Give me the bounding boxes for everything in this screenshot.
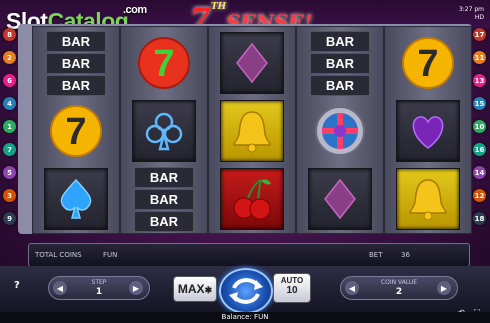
reel-symbol-seven: 7 bbox=[385, 29, 471, 97]
reel-1: BAR BAR BAR 7 bbox=[32, 26, 120, 234]
coin-value-decrease-button[interactable]: ◀ bbox=[345, 281, 359, 295]
coin-value-label: COIN VALUE bbox=[380, 279, 418, 286]
payline-number[interactable]: 7 bbox=[3, 143, 16, 156]
coin-value-increase-button[interactable]: ▶ bbox=[437, 281, 451, 295]
total-coins-value: FUN bbox=[103, 251, 118, 259]
info-bar: TOTAL COINS FUN BET 36 bbox=[28, 243, 470, 267]
bar-label: BAR bbox=[134, 166, 194, 188]
payline-number[interactable]: 14 bbox=[473, 166, 486, 179]
payline-number[interactable]: 11 bbox=[473, 51, 486, 64]
payline-number[interactable]: 13 bbox=[473, 74, 486, 87]
payline-number[interactable]: 9 bbox=[3, 212, 16, 225]
help-button[interactable]: ? bbox=[14, 280, 20, 291]
spin-button[interactable] bbox=[219, 268, 273, 314]
payline-number[interactable]: 16 bbox=[473, 143, 486, 156]
reel-symbol-diamond bbox=[297, 165, 383, 233]
reel-4: BAR BAR BAR bbox=[296, 26, 384, 234]
step-control: ◀ STEP 1 ▶ bbox=[48, 276, 150, 300]
payline-number[interactable]: 8 bbox=[3, 28, 16, 41]
bar-label: BAR bbox=[310, 52, 370, 74]
payline-number[interactable]: 18 bbox=[473, 212, 486, 225]
payline-number[interactable]: 3 bbox=[3, 189, 16, 202]
reel-symbol-seven: 7 bbox=[33, 97, 119, 165]
balance-bar: Balance: FUN bbox=[0, 312, 490, 323]
reel-symbol-heart bbox=[385, 97, 471, 165]
payline-number[interactable]: 12 bbox=[473, 189, 486, 202]
bet-value: 36 bbox=[401, 251, 410, 259]
payline-number[interactable]: 6 bbox=[3, 74, 16, 87]
paylines-left: 8 2 6 4 1 7 5 3 9 bbox=[2, 24, 18, 234]
svg-text:7: 7 bbox=[65, 111, 86, 153]
bar-label: BAR bbox=[46, 52, 106, 74]
step-increase-button[interactable]: ▶ bbox=[129, 281, 143, 295]
bar-label: BAR bbox=[134, 188, 194, 210]
step-decrease-button[interactable]: ◀ bbox=[53, 281, 67, 295]
reel-5: 7 bbox=[384, 26, 472, 234]
payline-number[interactable]: 17 bbox=[473, 28, 486, 41]
spin-arrows-icon bbox=[229, 278, 263, 304]
reel-symbol-bar-triple: BAR BAR BAR bbox=[121, 165, 207, 233]
reel-symbol-puzzle bbox=[297, 97, 383, 165]
bar-label: BAR bbox=[46, 74, 106, 96]
payline-number[interactable]: 1 bbox=[3, 120, 16, 133]
total-coins-label: TOTAL COINS bbox=[35, 251, 82, 259]
coin-value-control: ◀ COIN VALUE 2 ▶ bbox=[340, 276, 458, 300]
reel-symbol-seven: 7 bbox=[121, 29, 207, 97]
reel-symbol-bell bbox=[385, 165, 471, 233]
payline-number[interactable]: 5 bbox=[3, 166, 16, 179]
reel-symbol-bar-triple: BAR BAR BAR bbox=[33, 29, 119, 97]
payline-number[interactable]: 2 bbox=[3, 51, 16, 64]
reel-symbol-bar-triple: BAR BAR BAR bbox=[297, 29, 383, 97]
paylines-right: 17 11 13 15 10 16 14 12 18 bbox=[472, 24, 488, 234]
coin-value-value: 2 bbox=[395, 287, 403, 297]
reel-3 bbox=[208, 26, 296, 234]
bar-label: BAR bbox=[310, 30, 370, 52]
payline-number[interactable]: 10 bbox=[473, 120, 486, 133]
step-value: 1 bbox=[95, 287, 103, 297]
bet-label: BET bbox=[369, 251, 383, 259]
payline-number[interactable]: 4 bbox=[3, 97, 16, 110]
reel-symbol-bell bbox=[209, 97, 295, 165]
payline-number[interactable]: 15 bbox=[473, 97, 486, 110]
reel-symbol-club bbox=[121, 97, 207, 165]
reel-symbol-cherry bbox=[209, 165, 295, 233]
bar-label: BAR bbox=[46, 30, 106, 52]
bar-label: BAR bbox=[310, 74, 370, 96]
bar-label: BAR bbox=[134, 210, 194, 232]
autoplay-button[interactable]: AUTO 10 bbox=[273, 273, 311, 303]
status-clock: 3:27 pm HD bbox=[458, 6, 484, 21]
reel-symbol-spade bbox=[33, 165, 119, 233]
reel-symbol-diamond bbox=[209, 29, 295, 97]
svg-text:7: 7 bbox=[153, 43, 174, 85]
max-bet-button[interactable]: MAX✱ bbox=[173, 276, 217, 302]
svg-text:7: 7 bbox=[417, 43, 438, 85]
step-label: STEP bbox=[91, 279, 107, 286]
reel-2: 7 BAR BAR BAR bbox=[120, 26, 208, 234]
